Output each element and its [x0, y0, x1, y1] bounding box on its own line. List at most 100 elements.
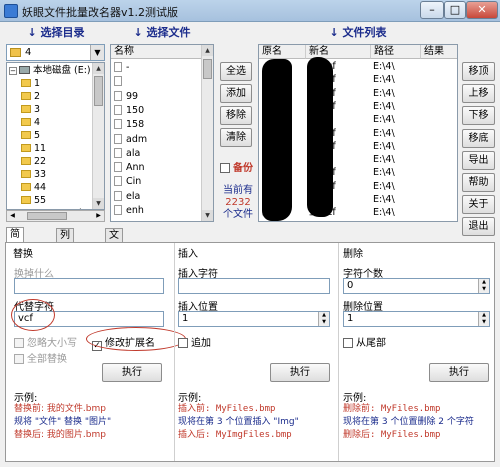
list-cell-path[interactable]: E:\4\ [373, 60, 395, 73]
collapse-icon[interactable]: − [9, 67, 17, 75]
tree-item[interactable]: 11 [21, 142, 46, 155]
select-all-button[interactable]: 全选 [220, 62, 252, 81]
file-listbox[interactable]: 名称 - 99 150 158 adm ala Ann Cin ela enh ▲ ▼ [110, 44, 214, 222]
ignore-case-box[interactable] [14, 338, 24, 348]
file-item[interactable]: adm [114, 133, 147, 146]
scroll-left-icon[interactable]: ◀ [7, 211, 18, 221]
insert-group: 插入 插入字符 插入位置 1 ▲ ▼ 追加 执行 示例: 插入前: MyFiles… [176, 243, 336, 461]
insert-exec-button[interactable]: 执行 [270, 363, 330, 382]
side-button-4[interactable]: 导出 [462, 150, 495, 170]
ignore-case-checkbox[interactable]: 忽略大小写 [14, 334, 77, 349]
delete-pos-spinner[interactable]: 1 ▲ ▼ [343, 311, 490, 327]
tab-file-number[interactable]: 文件编号 [105, 228, 123, 283]
list-cell-path[interactable]: E:\4\ [373, 193, 395, 206]
side-button-6[interactable]: 关于 [462, 195, 495, 215]
scroll-up-icon[interactable]: ▲ [202, 45, 213, 56]
folder-combo[interactable]: 4 ▼ [6, 44, 105, 61]
clear-button[interactable]: 清除 [220, 128, 252, 147]
tree-root[interactable]: − 本地磁盘 (E:) [9, 64, 91, 77]
replace-exec-button[interactable]: 执行 [102, 363, 162, 382]
file-item[interactable]: Cin [114, 175, 141, 188]
list-cell-path[interactable]: E:\4\ [373, 100, 395, 113]
spinner-arrows-icon[interactable]: ▲ ▼ [318, 312, 329, 326]
scroll-thumb[interactable] [203, 59, 212, 79]
close-button[interactable]: ✕ [466, 1, 498, 19]
add-button[interactable]: 添加 [220, 84, 252, 103]
scroll-right-icon[interactable]: ▶ [93, 211, 104, 221]
file-item[interactable]: enh [114, 204, 144, 217]
tree-item[interactable]: 4 [21, 116, 40, 129]
insert-pos-spinner[interactable]: 1 ▲ ▼ [178, 311, 330, 327]
replace-all-box[interactable] [14, 354, 24, 364]
side-button-3[interactable]: 移底 [462, 128, 495, 148]
side-button-7[interactable]: 退出 [462, 217, 495, 237]
tree-item[interactable]: 55 [21, 194, 46, 207]
backup-checkbox-box[interactable] [220, 163, 230, 173]
list-cell-path[interactable]: E:\4\ [373, 127, 395, 140]
tree-item[interactable]: 5 [21, 129, 40, 142]
append-checkbox[interactable]: 追加 [178, 334, 211, 349]
from-tail-box[interactable] [343, 338, 353, 348]
remove-button[interactable]: 移除 [220, 106, 252, 125]
insert-char-input[interactable] [178, 278, 330, 294]
tab-list-replace[interactable]: 列表替换 [56, 228, 74, 283]
list-cell-path[interactable]: E:\4\ [373, 206, 395, 219]
backup-checkbox[interactable]: 备份 [220, 159, 253, 174]
list-cell-path[interactable]: E:\4\ [373, 87, 395, 100]
list-cell-path[interactable]: E:\4\ [373, 113, 395, 126]
col-path[interactable]: 路径 [371, 45, 421, 59]
maximize-button[interactable]: □ [444, 1, 466, 19]
side-button-5[interactable]: 帮助 [462, 173, 495, 192]
side-button-0[interactable]: 移顶 [462, 62, 495, 81]
scroll-thumb[interactable] [94, 76, 103, 106]
file-item[interactable]: ala [114, 147, 140, 160]
file-item[interactable]: 99 [114, 90, 138, 103]
list-cell-path[interactable]: E:\4\ [373, 73, 395, 86]
file-scrollbar[interactable]: ▲ ▼ [201, 45, 213, 221]
col-result[interactable]: 结果 [421, 45, 457, 59]
file-item[interactable]: ela [114, 190, 140, 203]
replace-example-line: 规将 "文件" 替换 "图片" [14, 417, 112, 427]
replace-example-title: 示例: [14, 393, 38, 404]
side-button-1[interactable]: 上移 [462, 84, 495, 104]
list-cell-path[interactable]: E:\4\ [373, 166, 395, 179]
scroll-down-icon[interactable]: ▼ [202, 210, 213, 221]
from-tail-checkbox[interactable]: 从尾部 [343, 334, 386, 349]
file-icon [114, 133, 122, 144]
tree-item[interactable]: 22 [21, 155, 46, 168]
scroll-thumb[interactable] [27, 212, 67, 220]
spinner-arrows-icon[interactable]: ▲ ▼ [478, 279, 489, 293]
delete-exec-button[interactable]: 执行 [429, 363, 489, 382]
file-item[interactable]: 158 [114, 118, 144, 131]
append-box[interactable] [178, 338, 188, 348]
file-item[interactable]: 150 [114, 104, 144, 117]
side-button-2[interactable]: 下移 [462, 106, 495, 126]
file-list-view[interactable]: 原名 新名 路径 结果 .txt芸.vcfE:\4\红.txt红.vcfE:\4… [258, 44, 458, 222]
scroll-up-icon[interactable]: ▲ [93, 63, 104, 74]
tree-item[interactable]: 44 [21, 181, 46, 194]
list-cell-path[interactable]: E:\4\ [373, 140, 395, 153]
find-input[interactable] [14, 278, 164, 294]
list-cell-path[interactable]: E:\4\ [373, 180, 395, 193]
minimize-button[interactable]: – [420, 1, 444, 19]
directory-tree[interactable]: −本地磁盘 (E:) 123451122334455360Downloads ▲… [6, 62, 105, 210]
tree-item[interactable]: 33 [21, 168, 46, 181]
tree-scrollbar[interactable]: ▲ ▼ [92, 63, 104, 209]
tree-item[interactable]: 1 [21, 77, 40, 90]
file-item[interactable]: Ann [114, 161, 145, 174]
file-item[interactable]: - [114, 61, 129, 74]
title-bar: 妖眼文件批量改名器v1.2测试版 – □ ✕ [0, 0, 500, 22]
list-cell-path[interactable]: E:\4\ [373, 153, 395, 166]
tree-hscrollbar[interactable]: ◀ ▶ [6, 210, 105, 222]
file-item[interactable] [114, 75, 126, 88]
col-original[interactable]: 原名 [259, 45, 306, 59]
tree-item[interactable]: 2 [21, 90, 40, 103]
delete-count-spinner[interactable]: 0 ▲ ▼ [343, 278, 490, 294]
scroll-down-icon[interactable]: ▼ [93, 198, 104, 209]
delete-example-line: 删除后: MyFiles.bmp [343, 430, 441, 440]
tree-item[interactable]: 3 [21, 103, 40, 116]
replace-all-checkbox[interactable]: 全部替换 [14, 350, 67, 365]
spinner-arrows-icon[interactable]: ▲ ▼ [478, 312, 489, 326]
file-name-column[interactable]: 名称 [111, 45, 203, 59]
chevron-down-icon[interactable]: ▼ [90, 45, 104, 60]
